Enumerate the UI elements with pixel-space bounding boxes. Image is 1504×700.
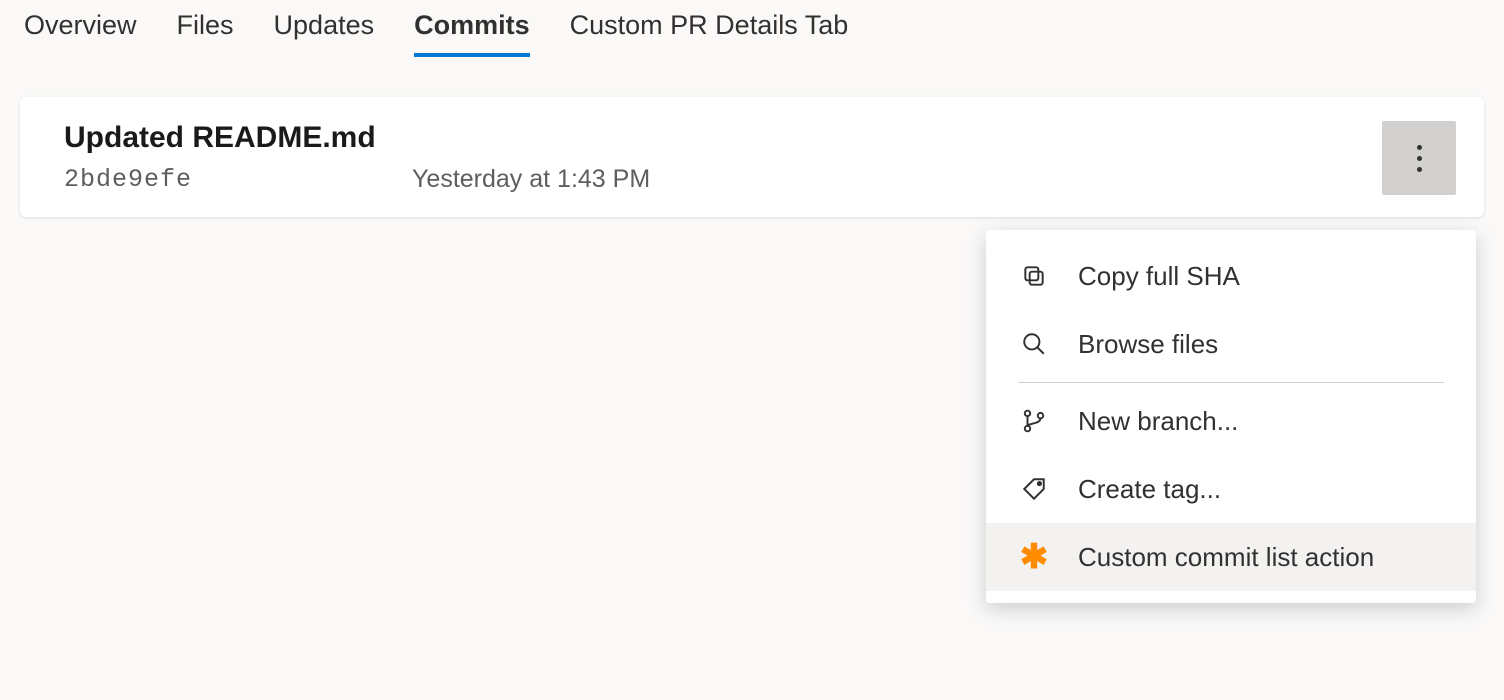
menu-item-new-branch[interactable]: New branch... [986, 387, 1476, 455]
menu-item-copy-sha[interactable]: Copy full SHA [986, 242, 1476, 310]
copy-icon [1018, 260, 1050, 292]
pr-tabs: Overview Files Updates Commits Custom PR… [0, 0, 1504, 57]
menu-item-label: Browse files [1078, 329, 1218, 360]
tab-files[interactable]: Files [177, 10, 234, 57]
branch-icon [1018, 405, 1050, 437]
commit-meta: 2bde9efe Yesterday at 1:43 PM [64, 165, 1382, 194]
tag-icon [1018, 473, 1050, 505]
search-icon [1018, 328, 1050, 360]
tab-commits[interactable]: Commits [414, 10, 530, 57]
menu-item-custom-commit-action[interactable]: ✱ Custom commit list action [986, 523, 1476, 591]
commit-info: Updated README.md 2bde9efe Yesterday at … [64, 121, 1382, 194]
tab-updates[interactable]: Updates [274, 10, 375, 57]
menu-item-label: New branch... [1078, 406, 1238, 437]
menu-item-browse-files[interactable]: Browse files [986, 310, 1476, 378]
menu-item-label: Custom commit list action [1078, 542, 1374, 573]
commit-row[interactable]: Updated README.md 2bde9efe Yesterday at … [20, 97, 1484, 217]
asterisk-icon: ✱ [1018, 541, 1050, 573]
more-actions-button[interactable] [1382, 121, 1456, 195]
tab-custom-pr-details[interactable]: Custom PR Details Tab [570, 10, 849, 57]
commit-title: Updated README.md [64, 121, 1382, 155]
commit-sha: 2bde9efe [64, 165, 192, 194]
commit-context-menu: Copy full SHA Browse files New branch... [986, 230, 1476, 603]
commit-timestamp: Yesterday at 1:43 PM [412, 165, 650, 194]
menu-item-label: Create tag... [1078, 474, 1221, 505]
more-vertical-icon [1417, 145, 1422, 172]
menu-item-create-tag[interactable]: Create tag... [986, 455, 1476, 523]
menu-divider [1018, 382, 1444, 383]
menu-item-label: Copy full SHA [1078, 261, 1240, 292]
tab-overview[interactable]: Overview [24, 10, 137, 57]
